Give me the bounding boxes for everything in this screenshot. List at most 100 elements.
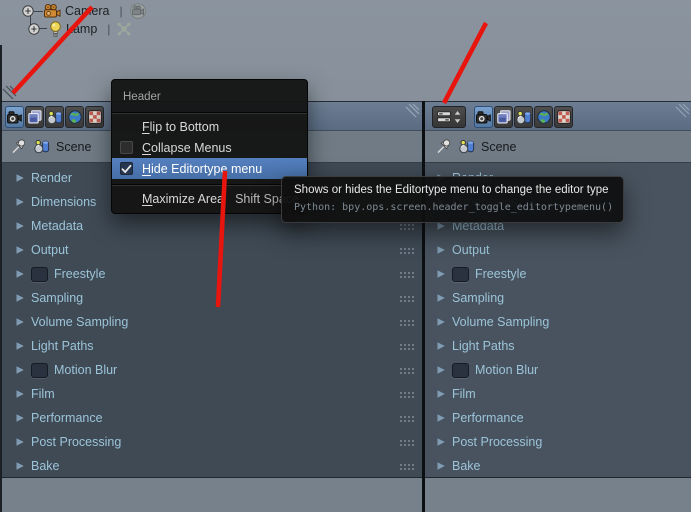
section-performance[interactable]: Performance: [0, 406, 422, 430]
restrict-view-icon[interactable]: [116, 21, 132, 37]
texture-checker-icon: [557, 110, 571, 124]
area-corner-widget[interactable]: [675, 103, 690, 118]
section-output[interactable]: Output: [0, 238, 422, 262]
menu-item-collapse-menus[interactable]: Collapse Menus: [112, 137, 307, 158]
section-bake[interactable]: Bake: [425, 454, 691, 478]
area-divider[interactable]: [422, 101, 425, 512]
triangle-right-icon: [436, 365, 446, 375]
section-sampling[interactable]: Sampling: [425, 286, 691, 310]
tab-world[interactable]: [65, 106, 84, 128]
outliner-row-camera[interactable]: Camera |: [22, 2, 147, 20]
section-freestyle[interactable]: Freestyle: [0, 262, 422, 286]
expand-plus-icon[interactable]: [22, 5, 34, 17]
world-icon: [68, 110, 82, 124]
panel-drag-grip-icon[interactable]: [399, 223, 414, 230]
triangle-right-icon: [15, 461, 25, 471]
panel-drag-grip-icon[interactable]: [399, 463, 414, 470]
menu-item-flip-to-bottom[interactable]: Flip to Bottom: [112, 116, 307, 137]
panel-drag-grip-icon[interactable]: [399, 247, 414, 254]
panel-drag-grip-icon[interactable]: [399, 319, 414, 326]
panel-drag-grip-icon[interactable]: [399, 343, 414, 350]
outliner-item-label: Camera: [65, 4, 109, 18]
triangle-right-icon: [436, 389, 446, 399]
tab-world[interactable]: [534, 106, 553, 128]
expand-plus-icon[interactable]: [28, 23, 40, 35]
section-checkbox[interactable]: [452, 267, 469, 282]
section-motion-blur[interactable]: Motion Blur: [0, 358, 422, 382]
section-volume-sampling[interactable]: Volume Sampling: [0, 310, 422, 334]
triangle-right-icon: [15, 245, 25, 255]
panel-drag-grip-icon[interactable]: [399, 415, 414, 422]
scene-icon: [34, 139, 50, 154]
panel-drag-grip-icon[interactable]: [399, 295, 414, 302]
triangle-right-icon: [15, 389, 25, 399]
section-label: Performance: [452, 411, 524, 425]
lamp-icon: [49, 21, 62, 38]
section-film[interactable]: Film: [0, 382, 422, 406]
menu-item-label: Flip to Bottom: [142, 120, 219, 134]
section-performance[interactable]: Performance: [425, 406, 691, 430]
scene-icon: [516, 110, 532, 125]
area-corner-widget[interactable]: [2, 85, 17, 100]
render-layers-icon: [497, 110, 511, 124]
section-light-paths[interactable]: Light Paths: [425, 334, 691, 358]
tooltip-python-text: Python: bpy.ops.screen.header_toggle_edi…: [294, 202, 611, 213]
triangle-right-icon: [436, 437, 446, 447]
pin-icon[interactable]: [435, 138, 452, 155]
section-sampling[interactable]: Sampling: [0, 286, 422, 310]
triangle-right-icon: [15, 365, 25, 375]
tab-render[interactable]: [474, 106, 493, 128]
tab-render-layers[interactable]: [494, 106, 513, 128]
menu-item-label: Maximize Area: [142, 192, 224, 206]
triangle-right-icon: [436, 269, 446, 279]
menu-item-maximize-area[interactable]: Maximize AreaShift Space: [112, 188, 307, 209]
section-output[interactable]: Output: [425, 238, 691, 262]
restrict-render-icon[interactable]: [129, 3, 147, 19]
tab-texture[interactable]: [85, 106, 104, 128]
separator: |: [107, 22, 110, 36]
triangle-right-icon: [15, 413, 25, 423]
scene-icon: [47, 110, 63, 125]
section-freestyle[interactable]: Freestyle: [425, 262, 691, 286]
menu-item-hide-editortype-menu[interactable]: Hide Editortype menu: [112, 158, 307, 179]
panel-drag-grip-icon[interactable]: [399, 391, 414, 398]
area-corner-widget[interactable]: [405, 103, 420, 118]
tab-scene[interactable]: [514, 106, 533, 128]
unchecked-checkbox[interactable]: [120, 141, 133, 154]
section-light-paths[interactable]: Light Paths: [0, 334, 422, 358]
section-film[interactable]: Film: [425, 382, 691, 406]
tab-render[interactable]: [5, 106, 24, 128]
triangle-right-icon: [15, 293, 25, 303]
section-post-processing[interactable]: Post Processing: [0, 430, 422, 454]
section-label: Motion Blur: [475, 363, 538, 377]
triangle-right-icon: [15, 221, 25, 231]
section-label: Sampling: [452, 291, 504, 305]
section-motion-blur[interactable]: Motion Blur: [425, 358, 691, 382]
section-label: Sampling: [31, 291, 83, 305]
section-checkbox[interactable]: [452, 363, 469, 378]
tab-scene[interactable]: [45, 106, 64, 128]
section-label: Film: [452, 387, 476, 401]
section-label: Light Paths: [452, 339, 515, 353]
tab-texture[interactable]: [554, 106, 573, 128]
triangle-right-icon: [436, 293, 446, 303]
section-bake[interactable]: Bake: [0, 454, 422, 478]
triangle-right-icon: [436, 341, 446, 351]
panel-drag-grip-icon[interactable]: [399, 439, 414, 446]
section-checkbox[interactable]: [31, 267, 48, 282]
triangle-right-icon: [436, 461, 446, 471]
triangle-right-icon: [15, 341, 25, 351]
pin-icon[interactable]: [10, 138, 27, 155]
tab-render-layers[interactable]: [25, 106, 44, 128]
section-post-processing[interactable]: Post Processing: [425, 430, 691, 454]
panel-drag-grip-icon[interactable]: [399, 271, 414, 278]
triangle-right-icon: [15, 173, 25, 183]
section-checkbox[interactable]: [31, 363, 48, 378]
checked-checkbox[interactable]: [120, 162, 133, 175]
section-volume-sampling[interactable]: Volume Sampling: [425, 310, 691, 334]
window-edge: [0, 45, 2, 512]
editortype-menu-button[interactable]: [432, 106, 466, 128]
outliner-row-lamp[interactable]: Lamp |: [28, 20, 132, 38]
blender-window: Camera | Lamp | Scene RenderDimensionsMe…: [0, 0, 691, 512]
panel-drag-grip-icon[interactable]: [399, 367, 414, 374]
